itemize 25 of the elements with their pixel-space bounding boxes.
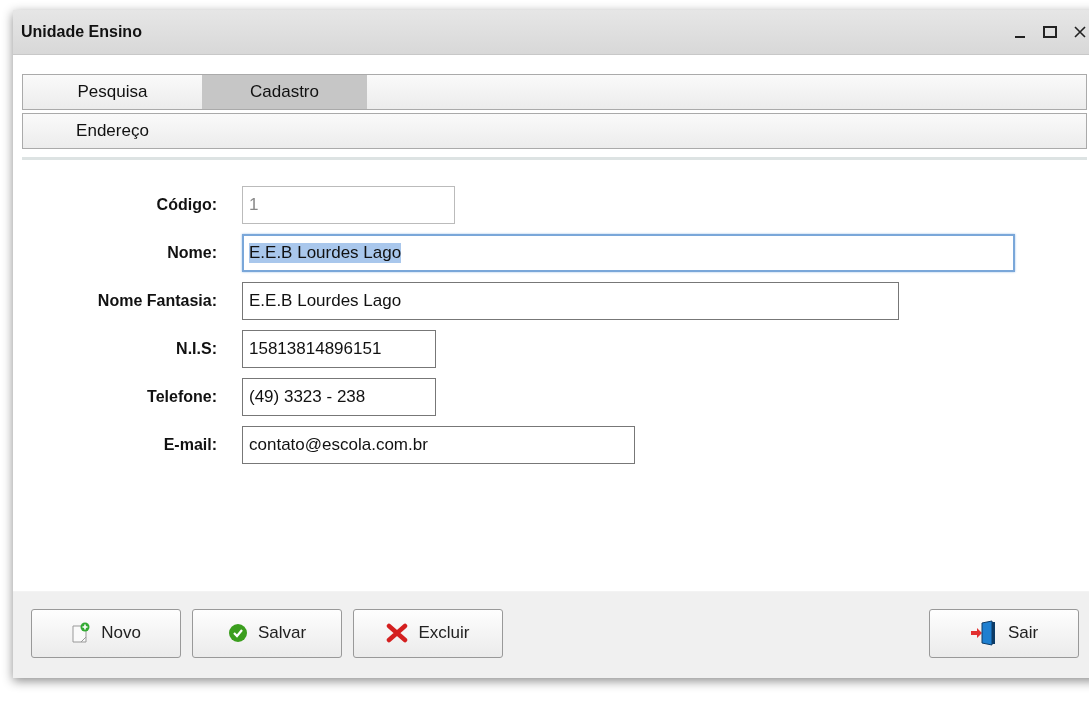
maximize-icon[interactable] [1043, 26, 1057, 38]
field-label: Nome: [166, 244, 217, 262]
action-button[interactable]: Salvar [192, 608, 342, 658]
window-title: Unidade Ensino [21, 23, 142, 41]
input-field[interactable]: E.E.B Lourdes Lago [242, 234, 1015, 272]
field-label: Código: [155, 196, 217, 214]
action-button[interactable]: Novo [31, 608, 181, 658]
field-label: Telefone: [146, 388, 217, 406]
tab[interactable]: Cadastro [202, 75, 367, 109]
input-field[interactable]: E.E.B Lourdes Lago [242, 282, 899, 320]
cross-icon [386, 623, 409, 643]
input-field[interactable]: 15813814896151 [242, 330, 436, 368]
field-label: N.I.S: [175, 340, 217, 358]
new-document-icon [71, 622, 92, 644]
field-label: E-mail: [162, 436, 217, 454]
exit-door-icon [969, 620, 998, 646]
input-field[interactable]: contato@escola.com.br [242, 426, 635, 464]
exit-button[interactable]: Sair [929, 608, 1079, 658]
field-label: Nome Fantasia: [96, 292, 217, 310]
tab[interactable]: Pesquisa [23, 75, 202, 109]
action-button[interactable]: Excluir [353, 608, 503, 658]
input-field[interactable]: (49) 3323 - 238 [242, 378, 436, 416]
close-icon[interactable] [1074, 26, 1086, 38]
tab[interactable]: Endereço [23, 114, 202, 148]
checkmark-icon [227, 623, 248, 643]
